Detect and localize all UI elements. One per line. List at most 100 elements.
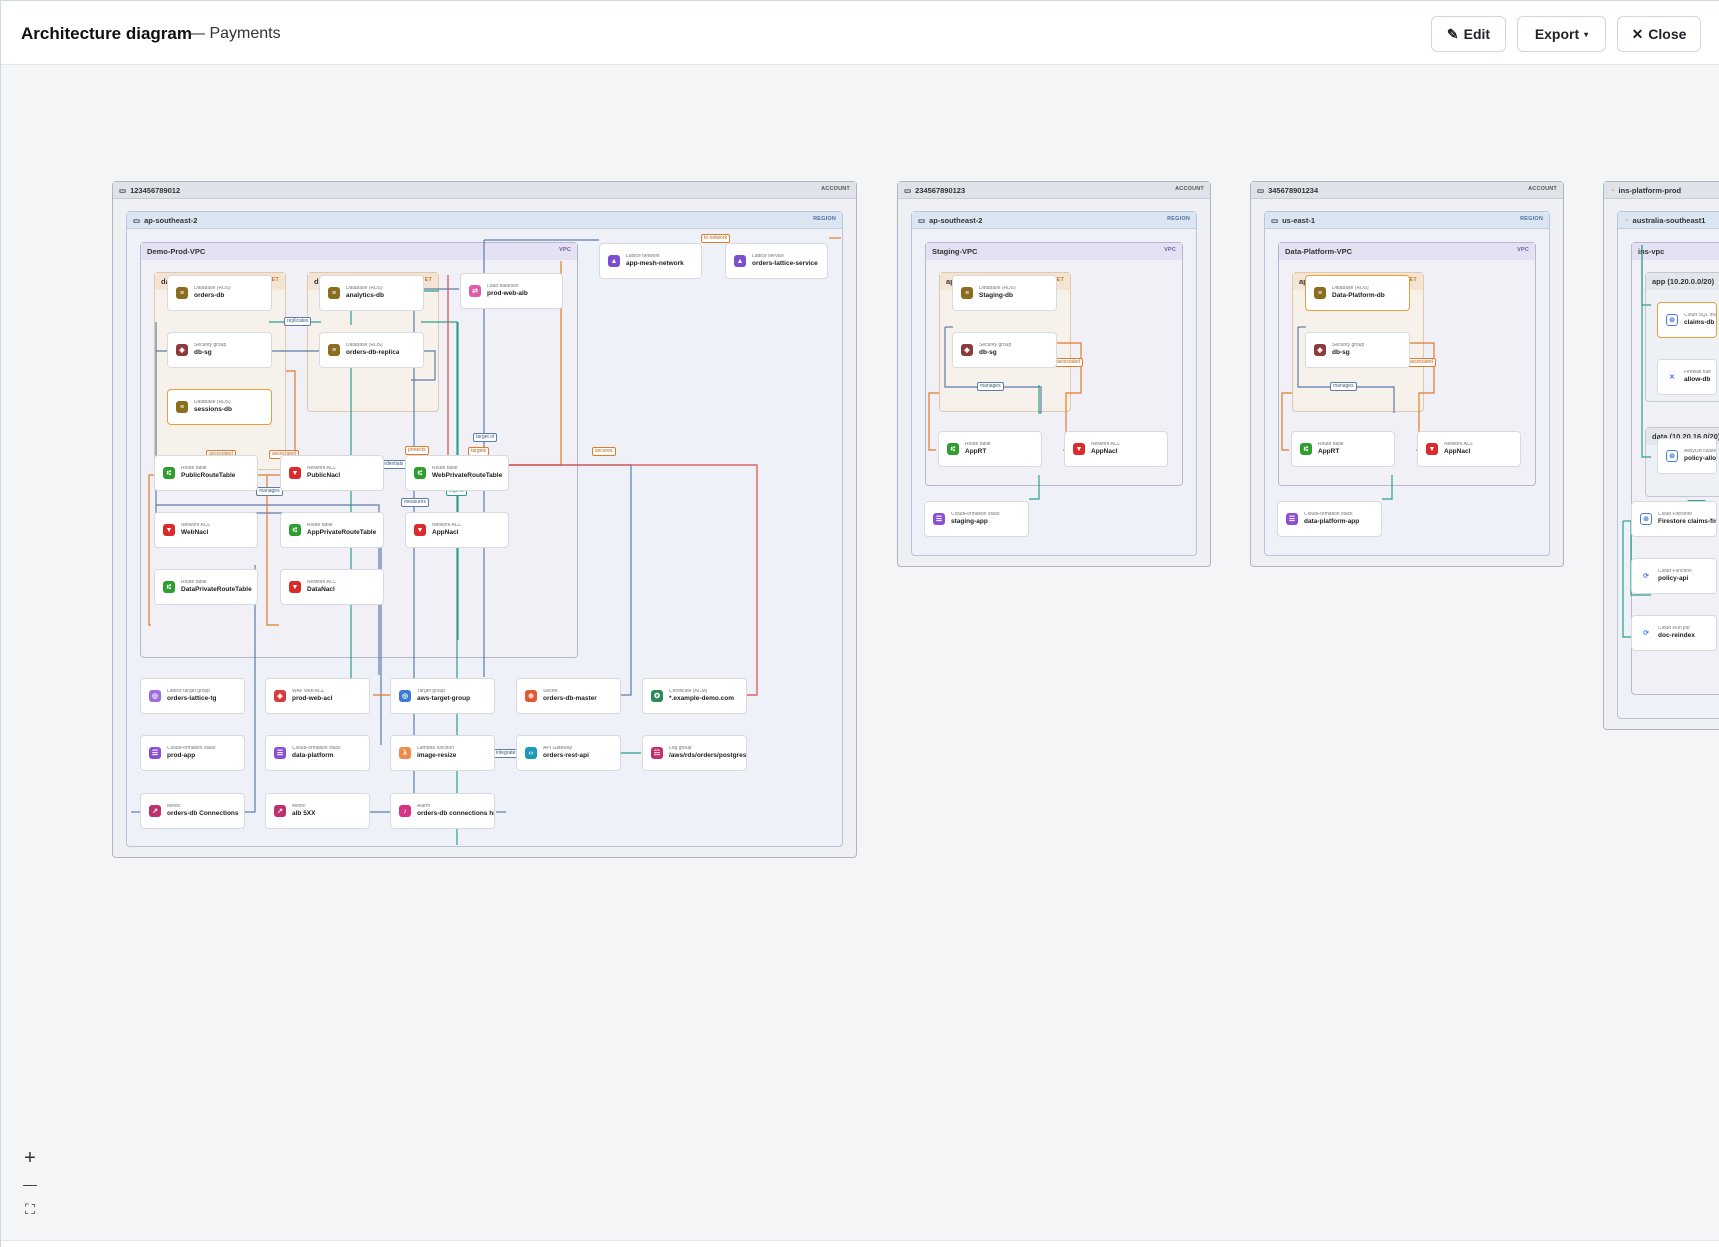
node-name: orders-rest-api: [543, 752, 589, 760]
route-table-icon: ⑆: [1300, 443, 1312, 455]
network-acl-node[interactable]: ▼ Network ACL WebNacl: [154, 512, 258, 548]
firewall-rule-node[interactable]: ✕ Firewall rule allow-db: [1657, 359, 1717, 395]
security-group-node[interactable]: ◈ Security group db-sg: [167, 332, 272, 368]
firestore-node[interactable]: ⊚Cloud FirestoreFirestore claims-firesto…: [1631, 501, 1717, 537]
cloudformation-node[interactable]: ☰ CloudFormation stack staging-app: [924, 501, 1029, 537]
export-button-label: Export: [1534, 26, 1580, 42]
api-gateway-node[interactable]: ‹› API Gateway orders-rest-api: [516, 735, 621, 771]
node-name: AppNacl: [432, 529, 459, 537]
cloud-run-node[interactable]: ⟳ Cloud Run job doc-reindex: [1631, 615, 1717, 651]
node-name: doc-reindex: [1658, 632, 1695, 640]
bottom-scrollbar[interactable]: [1, 1240, 1719, 1247]
edge-label: protects: [405, 446, 429, 455]
lattice-service-node[interactable]: ▲ Lattice service orders-lattice-service: [725, 243, 828, 279]
load-balancer-node[interactable]: ⇄ Load balancer prod-web-alb: [460, 273, 563, 309]
secret-node[interactable]: ⊕ Secret orders-db-master: [516, 678, 621, 714]
fit-view-button[interactable]: ⛶: [17, 1198, 43, 1220]
route-table-node[interactable]: ⑆ Route table WebPrivateRouteTable: [405, 455, 509, 491]
edit-button[interactable]: ✎ Edit: [1431, 16, 1506, 52]
network-acl-icon: ▼: [414, 524, 426, 536]
node-name: /aws/rds/orders/postgresql: [669, 752, 746, 760]
target-group-node[interactable]: ◎ Target group aws-target-group: [390, 678, 495, 714]
database-icon: ⊚: [1640, 513, 1652, 525]
network-acl-node[interactable]: ▼ Network ACL AppNacl: [1417, 431, 1521, 467]
close-button[interactable]: ✕ Close: [1617, 16, 1701, 52]
zoom-in-button[interactable]: +: [17, 1147, 43, 1169]
node-name: *.example-demo.com: [669, 695, 735, 703]
network-acl-node[interactable]: ▼ Network ACL AppNacl: [405, 512, 509, 548]
node-name: policy-alloydb: [1684, 455, 1716, 463]
rds-node[interactable]: ≡ Database (RDS) Data-Platform-db: [1305, 275, 1410, 311]
edge-label: replicates: [284, 317, 312, 326]
route-table-node[interactable]: ⑆ Route table AppPrivateRouteTable: [280, 512, 384, 548]
route-table-node[interactable]: ⑆ Route table PublicRouteTable: [154, 455, 258, 491]
edge-line: [1382, 475, 1393, 500]
node-name: orders-db Connections: [167, 810, 239, 818]
rds-node[interactable]: ≡ Database (RDS) orders-db: [167, 275, 272, 311]
lattice-network-node[interactable]: ▲ Lattice network app-mesh-network: [599, 243, 702, 279]
network-acl-icon: ▼: [1073, 443, 1085, 455]
rds-node[interactable]: ≡ Database (RDS) analytics-db: [319, 275, 424, 311]
node-name: prod-web-alb: [487, 290, 528, 298]
database-icon: ≡: [328, 344, 340, 356]
node-name: AppPrivateRouteTable: [307, 529, 377, 537]
route-table-icon: ⑆: [414, 467, 426, 479]
node-name: AppNacl: [1444, 448, 1471, 456]
security-group-node[interactable]: ◈ Security group db-sg: [1305, 332, 1410, 368]
edge-label: associated: [1053, 358, 1083, 367]
node-name: Firestore claims-firestore: [1658, 518, 1716, 526]
database-icon: ≡: [961, 287, 973, 299]
edge-label: secures: [592, 447, 616, 456]
node-name: data-platform: [292, 752, 334, 760]
route-table-node[interactable]: ⑆ Route table AppRT: [938, 431, 1042, 467]
cloudformation-node[interactable]: ☰ CloudFormation stack data-platform: [265, 735, 370, 771]
stack-icon: ☰: [149, 747, 161, 759]
node-name: db-sg: [194, 349, 212, 357]
cloudformation-node[interactable]: ☰ CloudFormation stack prod-app: [140, 735, 245, 771]
edge-label: target of: [473, 433, 498, 442]
rds-node[interactable]: ≡ Database (RDS) orders-db-replica: [319, 332, 424, 368]
cloudformation-node[interactable]: ☰ CloudFormation stack data-platform-app: [1277, 501, 1382, 537]
cloud-function-node[interactable]: ⟳ Cloud Function policy-api: [1631, 558, 1717, 594]
node-name: analytics-db: [346, 292, 384, 300]
edge-line: [1641, 245, 1651, 458]
node-name: PublicNacl: [307, 472, 341, 480]
network-acl-icon: ▼: [289, 581, 301, 593]
lambda-node[interactable]: λ Lambda function image-resize: [390, 735, 495, 771]
cloud-sql-node[interactable]: ⊚Cloud SQL instanceclaims-db: [1657, 302, 1717, 338]
rds-node[interactable]: ≡ Database (RDS) sessions-db: [167, 389, 272, 425]
node-name: policy-api: [1658, 575, 1689, 583]
route-table-node[interactable]: ⑆ Route table DataPrivateRouteTable: [154, 569, 258, 605]
diagram-edges: [131, 237, 1651, 845]
export-button[interactable]: Export ▾: [1517, 16, 1606, 52]
lattice-icon: ▲: [608, 255, 620, 267]
node-name: data-platform-app: [1304, 518, 1360, 526]
node-name: orders-lattice-tg: [167, 695, 217, 703]
node-name: AppNacl: [1091, 448, 1118, 456]
route-table-icon: ⑆: [163, 467, 175, 479]
security-group-node[interactable]: ◈ Security group db-sg: [952, 332, 1057, 368]
network-acl-node[interactable]: ▼ Network ACL PublicNacl: [280, 455, 384, 491]
log-icon: ☷: [651, 747, 663, 759]
alloydb-node[interactable]: ⊚AlloyDB clusterpolicy-alloydb: [1657, 438, 1717, 474]
zoom-out-button[interactable]: —: [17, 1173, 43, 1195]
database-icon: ⊚: [1666, 450, 1678, 462]
metric-node[interactable]: ↗ Metric orders-db Connections: [140, 793, 245, 829]
stack-icon: ☰: [1286, 513, 1298, 525]
metric-node[interactable]: ↗ Metric alb 5XX: [265, 793, 370, 829]
network-acl-node[interactable]: ▼ Network ACL AppNacl: [1064, 431, 1168, 467]
database-icon: ≡: [1314, 287, 1326, 299]
rds-node[interactable]: ≡ Database (RDS) Staging-db: [952, 275, 1057, 311]
node-name: db-sg: [1332, 349, 1350, 357]
route-table-node[interactable]: ⑆ Route table AppRT: [1291, 431, 1395, 467]
edge-line: [508, 464, 758, 696]
alarm-node[interactable]: ♪Alarmorders-db connections high: [390, 793, 495, 829]
certificate-node[interactable]: ✪ Certificate (ACM) *.example-demo.com: [642, 678, 747, 714]
stack-icon: ☰: [274, 747, 286, 759]
waf-node[interactable]: ◈ WAF web ACL prod-web-acl: [265, 678, 370, 714]
diagram-canvas[interactable]: ▭ 123456789012 ACCOUNT ▭ ap-southeast-2 RE…: [1, 65, 1719, 1240]
lattice-target-group-node[interactable]: ◎ Lattice target group orders-lattice-tg: [140, 678, 245, 714]
log-group-node[interactable]: ☷ Log group/aws/rds/orders/postgresql: [642, 735, 747, 771]
lattice-icon: ▲: [734, 255, 746, 267]
network-acl-node[interactable]: ▼ Network ACL DataNacl: [280, 569, 384, 605]
